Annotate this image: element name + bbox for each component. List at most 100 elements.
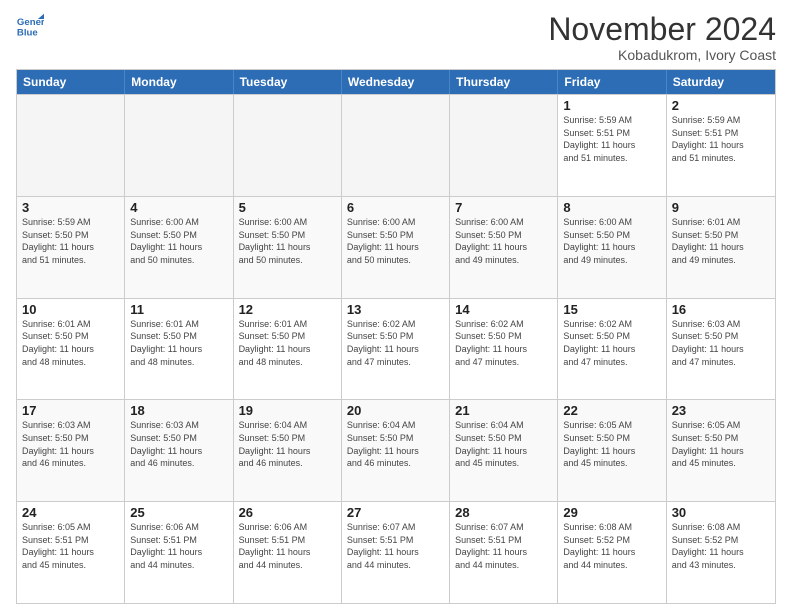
day-number: 30 — [672, 505, 770, 520]
day-info: Sunrise: 6:06 AM Sunset: 5:51 PM Dayligh… — [239, 521, 336, 571]
weekday-header: Thursday — [450, 70, 558, 94]
calendar-cell: 21Sunrise: 6:04 AM Sunset: 5:50 PM Dayli… — [450, 400, 558, 501]
calendar-cell: 27Sunrise: 6:07 AM Sunset: 5:51 PM Dayli… — [342, 502, 450, 603]
day-number: 26 — [239, 505, 336, 520]
day-info: Sunrise: 5:59 AM Sunset: 5:50 PM Dayligh… — [22, 216, 119, 266]
calendar-cell: 14Sunrise: 6:02 AM Sunset: 5:50 PM Dayli… — [450, 299, 558, 400]
calendar: SundayMondayTuesdayWednesdayThursdayFrid… — [16, 69, 776, 604]
calendar-cell: 6Sunrise: 6:00 AM Sunset: 5:50 PM Daylig… — [342, 197, 450, 298]
day-number: 2 — [672, 98, 770, 113]
calendar-cell: 5Sunrise: 6:00 AM Sunset: 5:50 PM Daylig… — [234, 197, 342, 298]
month-title: November 2024 — [548, 12, 776, 47]
day-number: 9 — [672, 200, 770, 215]
day-number: 15 — [563, 302, 660, 317]
day-info: Sunrise: 6:08 AM Sunset: 5:52 PM Dayligh… — [672, 521, 770, 571]
day-info: Sunrise: 6:05 AM Sunset: 5:51 PM Dayligh… — [22, 521, 119, 571]
title-block: November 2024 Kobadukrom, Ivory Coast — [548, 12, 776, 63]
calendar-cell: 28Sunrise: 6:07 AM Sunset: 5:51 PM Dayli… — [450, 502, 558, 603]
calendar-row: 3Sunrise: 5:59 AM Sunset: 5:50 PM Daylig… — [17, 196, 775, 298]
day-number: 20 — [347, 403, 444, 418]
calendar-cell — [17, 95, 125, 196]
calendar-row: 1Sunrise: 5:59 AM Sunset: 5:51 PM Daylig… — [17, 94, 775, 196]
calendar-cell: 26Sunrise: 6:06 AM Sunset: 5:51 PM Dayli… — [234, 502, 342, 603]
calendar-cell: 7Sunrise: 6:00 AM Sunset: 5:50 PM Daylig… — [450, 197, 558, 298]
weekday-header: Monday — [125, 70, 233, 94]
day-info: Sunrise: 6:03 AM Sunset: 5:50 PM Dayligh… — [22, 419, 119, 469]
day-number: 6 — [347, 200, 444, 215]
calendar-cell: 24Sunrise: 6:05 AM Sunset: 5:51 PM Dayli… — [17, 502, 125, 603]
day-number: 8 — [563, 200, 660, 215]
day-info: Sunrise: 6:03 AM Sunset: 5:50 PM Dayligh… — [130, 419, 227, 469]
weekday-header: Tuesday — [234, 70, 342, 94]
day-number: 5 — [239, 200, 336, 215]
day-number: 23 — [672, 403, 770, 418]
weekday-header: Friday — [558, 70, 666, 94]
day-info: Sunrise: 6:01 AM Sunset: 5:50 PM Dayligh… — [239, 318, 336, 368]
day-number: 10 — [22, 302, 119, 317]
day-number: 7 — [455, 200, 552, 215]
day-info: Sunrise: 6:04 AM Sunset: 5:50 PM Dayligh… — [455, 419, 552, 469]
day-info: Sunrise: 6:08 AM Sunset: 5:52 PM Dayligh… — [563, 521, 660, 571]
calendar-cell: 22Sunrise: 6:05 AM Sunset: 5:50 PM Dayli… — [558, 400, 666, 501]
day-info: Sunrise: 6:01 AM Sunset: 5:50 PM Dayligh… — [130, 318, 227, 368]
calendar-row: 24Sunrise: 6:05 AM Sunset: 5:51 PM Dayli… — [17, 501, 775, 603]
day-number: 22 — [563, 403, 660, 418]
calendar-cell: 29Sunrise: 6:08 AM Sunset: 5:52 PM Dayli… — [558, 502, 666, 603]
day-number: 11 — [130, 302, 227, 317]
calendar-cell: 10Sunrise: 6:01 AM Sunset: 5:50 PM Dayli… — [17, 299, 125, 400]
calendar-cell — [450, 95, 558, 196]
page: General Blue November 2024 Kobadukrom, I… — [0, 0, 792, 612]
day-number: 28 — [455, 505, 552, 520]
day-number: 24 — [22, 505, 119, 520]
day-info: Sunrise: 6:07 AM Sunset: 5:51 PM Dayligh… — [347, 521, 444, 571]
calendar-cell: 30Sunrise: 6:08 AM Sunset: 5:52 PM Dayli… — [667, 502, 775, 603]
weekday-header: Sunday — [17, 70, 125, 94]
calendar-header: SundayMondayTuesdayWednesdayThursdayFrid… — [17, 70, 775, 94]
day-number: 19 — [239, 403, 336, 418]
day-info: Sunrise: 6:00 AM Sunset: 5:50 PM Dayligh… — [563, 216, 660, 266]
calendar-cell: 4Sunrise: 6:00 AM Sunset: 5:50 PM Daylig… — [125, 197, 233, 298]
calendar-cell: 1Sunrise: 5:59 AM Sunset: 5:51 PM Daylig… — [558, 95, 666, 196]
day-number: 18 — [130, 403, 227, 418]
day-number: 29 — [563, 505, 660, 520]
header: General Blue November 2024 Kobadukrom, I… — [16, 12, 776, 63]
calendar-cell: 15Sunrise: 6:02 AM Sunset: 5:50 PM Dayli… — [558, 299, 666, 400]
day-info: Sunrise: 6:05 AM Sunset: 5:50 PM Dayligh… — [672, 419, 770, 469]
day-info: Sunrise: 6:05 AM Sunset: 5:50 PM Dayligh… — [563, 419, 660, 469]
calendar-row: 10Sunrise: 6:01 AM Sunset: 5:50 PM Dayli… — [17, 298, 775, 400]
day-number: 13 — [347, 302, 444, 317]
calendar-row: 17Sunrise: 6:03 AM Sunset: 5:50 PM Dayli… — [17, 399, 775, 501]
calendar-cell: 16Sunrise: 6:03 AM Sunset: 5:50 PM Dayli… — [667, 299, 775, 400]
day-number: 27 — [347, 505, 444, 520]
day-info: Sunrise: 5:59 AM Sunset: 5:51 PM Dayligh… — [672, 114, 770, 164]
day-info: Sunrise: 6:07 AM Sunset: 5:51 PM Dayligh… — [455, 521, 552, 571]
calendar-cell: 12Sunrise: 6:01 AM Sunset: 5:50 PM Dayli… — [234, 299, 342, 400]
day-info: Sunrise: 6:02 AM Sunset: 5:50 PM Dayligh… — [563, 318, 660, 368]
day-info: Sunrise: 6:02 AM Sunset: 5:50 PM Dayligh… — [455, 318, 552, 368]
day-number: 3 — [22, 200, 119, 215]
day-info: Sunrise: 5:59 AM Sunset: 5:51 PM Dayligh… — [563, 114, 660, 164]
calendar-cell — [342, 95, 450, 196]
day-number: 17 — [22, 403, 119, 418]
day-info: Sunrise: 6:01 AM Sunset: 5:50 PM Dayligh… — [672, 216, 770, 266]
calendar-cell: 8Sunrise: 6:00 AM Sunset: 5:50 PM Daylig… — [558, 197, 666, 298]
calendar-cell: 20Sunrise: 6:04 AM Sunset: 5:50 PM Dayli… — [342, 400, 450, 501]
location: Kobadukrom, Ivory Coast — [548, 47, 776, 63]
logo-icon: General Blue — [16, 12, 44, 40]
calendar-cell: 2Sunrise: 5:59 AM Sunset: 5:51 PM Daylig… — [667, 95, 775, 196]
day-info: Sunrise: 6:00 AM Sunset: 5:50 PM Dayligh… — [130, 216, 227, 266]
calendar-cell — [125, 95, 233, 196]
calendar-cell: 23Sunrise: 6:05 AM Sunset: 5:50 PM Dayli… — [667, 400, 775, 501]
calendar-cell: 3Sunrise: 5:59 AM Sunset: 5:50 PM Daylig… — [17, 197, 125, 298]
day-info: Sunrise: 6:00 AM Sunset: 5:50 PM Dayligh… — [455, 216, 552, 266]
day-info: Sunrise: 6:04 AM Sunset: 5:50 PM Dayligh… — [347, 419, 444, 469]
day-number: 1 — [563, 98, 660, 113]
day-info: Sunrise: 6:00 AM Sunset: 5:50 PM Dayligh… — [239, 216, 336, 266]
calendar-cell: 13Sunrise: 6:02 AM Sunset: 5:50 PM Dayli… — [342, 299, 450, 400]
day-info: Sunrise: 6:06 AM Sunset: 5:51 PM Dayligh… — [130, 521, 227, 571]
day-info: Sunrise: 6:01 AM Sunset: 5:50 PM Dayligh… — [22, 318, 119, 368]
day-info: Sunrise: 6:00 AM Sunset: 5:50 PM Dayligh… — [347, 216, 444, 266]
weekday-header: Saturday — [667, 70, 775, 94]
day-number: 14 — [455, 302, 552, 317]
day-number: 4 — [130, 200, 227, 215]
